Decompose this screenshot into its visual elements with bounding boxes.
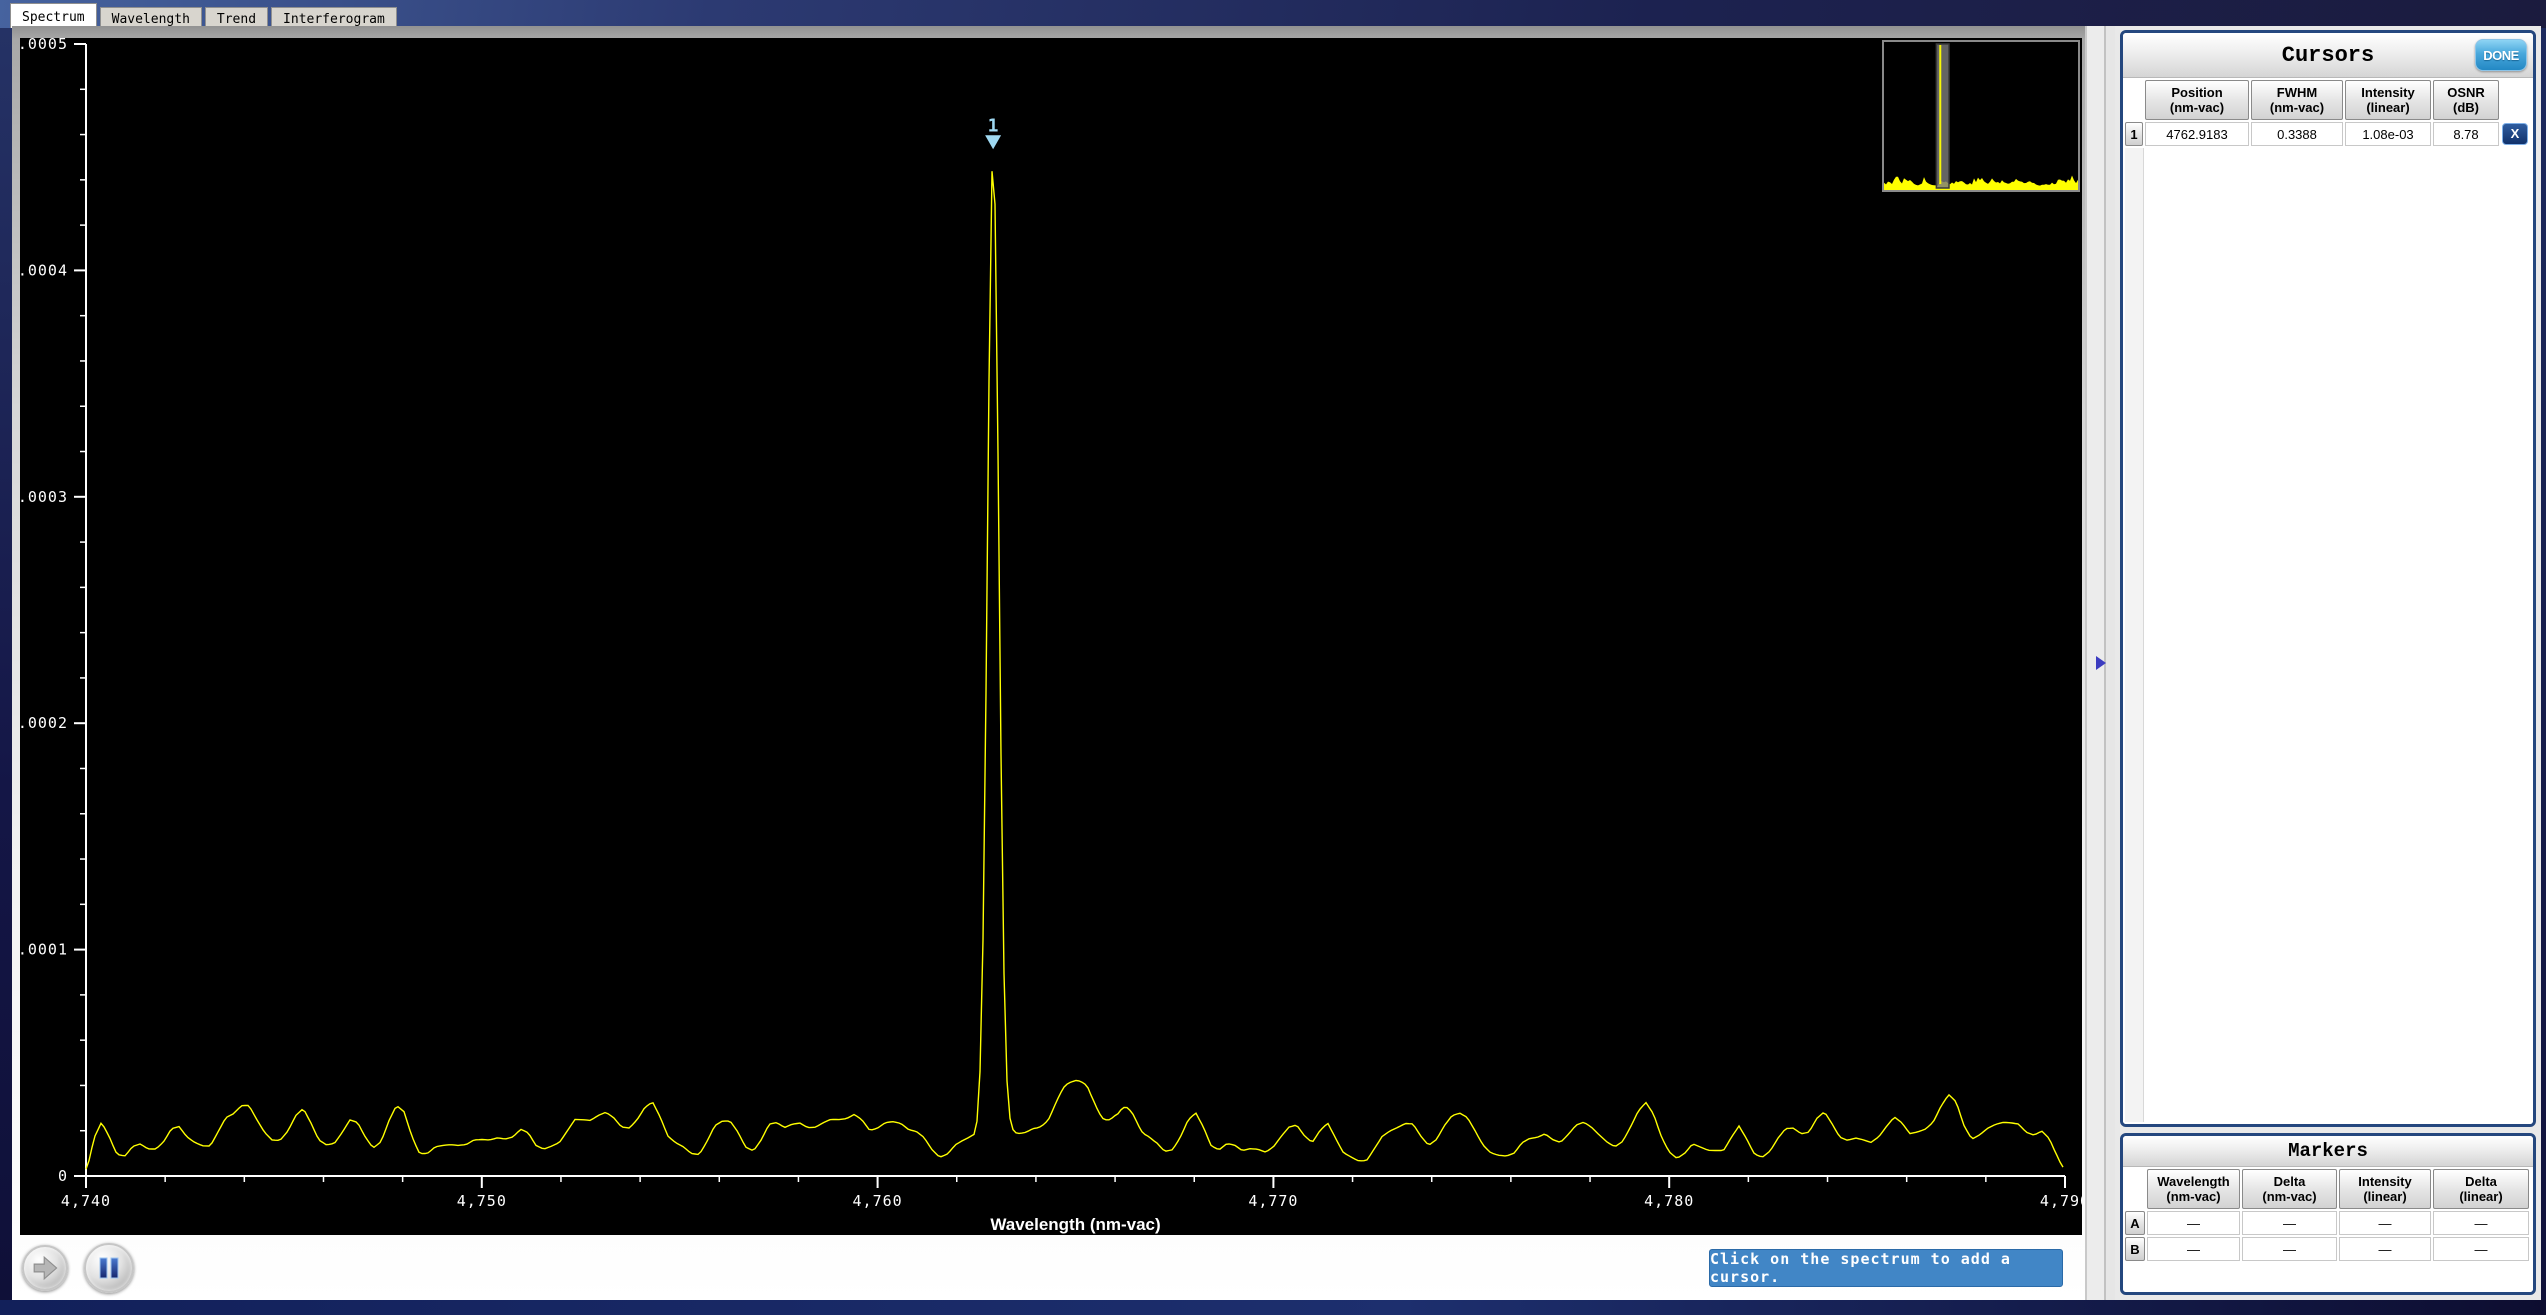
svg-text:0.0004: 0.0004 xyxy=(20,261,68,279)
col-position-line2: (nm-vac) xyxy=(2170,100,2224,115)
control-bar: Click on the spectrum to add a cursor. xyxy=(12,1235,2085,1300)
status-banner: Click on the spectrum to add a cursor. xyxy=(1709,1249,2063,1287)
col-fwhm: FWHM (nm-vac) xyxy=(2251,80,2343,120)
overview-inset[interactable] xyxy=(1882,40,2080,192)
svg-text:0.0002: 0.0002 xyxy=(20,714,68,732)
window-left-border xyxy=(0,28,12,1300)
col-osnr-line2: (dB) xyxy=(2453,100,2479,115)
row-header-gutter xyxy=(2125,148,2144,1122)
cursor-osnr-value: 8.78 xyxy=(2433,122,2499,146)
col-wavelength: Wavelength (nm-vac) xyxy=(2147,1169,2240,1209)
window-right-border xyxy=(2541,28,2546,1300)
svg-text:4,780: 4,780 xyxy=(1644,1192,1694,1210)
svg-text:0.0005: 0.0005 xyxy=(20,38,68,53)
arrow-right-icon xyxy=(28,1251,62,1285)
cursor-position-value: 4762.9183 xyxy=(2145,122,2249,146)
marker-a-delta-nm: — xyxy=(2242,1211,2337,1235)
spectrum-trace xyxy=(86,171,2063,1169)
marker-a-delta-linear: — xyxy=(2433,1211,2529,1235)
col-marker-intensity-line2: (linear) xyxy=(2363,1189,2406,1204)
marker-row-a[interactable]: A xyxy=(2125,1211,2145,1235)
pause-button[interactable] xyxy=(84,1243,134,1293)
markers-panel-body xyxy=(2123,1263,2533,1292)
svg-text:4,790: 4,790 xyxy=(2040,1192,2082,1210)
cursor-row-number: 1 xyxy=(2125,122,2143,146)
svg-text:4,750: 4,750 xyxy=(457,1192,507,1210)
cursors-panel-title: Cursors xyxy=(2282,43,2374,68)
done-button[interactable]: DONE xyxy=(2475,39,2527,71)
cursor-marker-label: 1 xyxy=(988,115,999,136)
col-delta-linear: Delta (linear) xyxy=(2433,1169,2529,1209)
plot-frame: 0 0.0001 0.0002 0.0003 0.0004 0.0005 4,740 4,75… xyxy=(12,26,2085,1300)
cursors-delete-header-cell xyxy=(2501,80,2529,120)
col-delta-nm-line1: Delta xyxy=(2274,1174,2306,1189)
marker-b-delta-nm: — xyxy=(2242,1237,2337,1261)
markers-panel-header: Markers xyxy=(2123,1136,2533,1167)
cursors-table-header: Position (nm-vac) FWHM (nm-vac) Intensit… xyxy=(2123,78,2533,148)
col-delta-linear-line2: (linear) xyxy=(2459,1189,2502,1204)
markers-corner-cell xyxy=(2125,1169,2145,1209)
markers-table: Wavelength (nm-vac) Delta (nm-vac) Inten… xyxy=(2123,1167,2533,1263)
right-panel: Cursors DONE Position (nm-vac) FWHM (nm-… xyxy=(2115,26,2541,1300)
markers-panel: Markers Wavelength (nm-vac) Delta (nm-va… xyxy=(2120,1133,2536,1295)
col-wavelength-line2: (nm-vac) xyxy=(2166,1189,2220,1204)
col-osnr: OSNR (dB) xyxy=(2433,80,2499,120)
col-intensity: Intensity (linear) xyxy=(2345,80,2431,120)
marker-row-b[interactable]: B xyxy=(2125,1237,2145,1261)
panel-splitter[interactable] xyxy=(2085,26,2115,1300)
marker-a-wavelength: — xyxy=(2147,1211,2240,1235)
svg-text:0.0003: 0.0003 xyxy=(20,488,68,506)
marker-b-intensity: — xyxy=(2339,1237,2431,1261)
cursors-panel: Cursors DONE Position (nm-vac) FWHM (nm-… xyxy=(2120,30,2536,1127)
svg-text:Wavelength (nm-vac): Wavelength (nm-vac) xyxy=(990,1215,1160,1234)
window-bottom-border xyxy=(0,1300,2546,1315)
svg-text:4,740: 4,740 xyxy=(61,1192,111,1210)
delete-cursor-button[interactable]: X xyxy=(2502,123,2528,145)
col-wavelength-line1: Wavelength xyxy=(2157,1174,2229,1189)
cursor-marker[interactable]: 1 xyxy=(985,115,1001,149)
app-window: Spectrum Wavelength Trend Interferogram … xyxy=(0,0,2546,1315)
cursors-panel-body xyxy=(2123,148,2533,1124)
col-position: Position (nm-vac) xyxy=(2145,80,2249,120)
col-delta-nm: Delta (nm-vac) xyxy=(2242,1169,2337,1209)
inset-noise-trace xyxy=(1884,176,2078,191)
cursor-fwhm-value: 0.3388 xyxy=(2251,122,2343,146)
svg-text:4,760: 4,760 xyxy=(853,1192,903,1210)
col-osnr-line1: OSNR xyxy=(2447,85,2485,100)
inset-zoom-band xyxy=(1936,44,1949,188)
col-delta-nm-line2: (nm-vac) xyxy=(2262,1189,2316,1204)
col-position-line1: Position xyxy=(2171,85,2222,100)
marker-a-intensity: — xyxy=(2339,1211,2431,1235)
col-intensity-line1: Intensity xyxy=(2361,85,2414,100)
svg-text:4,770: 4,770 xyxy=(1248,1192,1298,1210)
overview-inset-chart[interactable] xyxy=(1884,42,2078,190)
col-fwhm-line1: FWHM xyxy=(2277,85,2317,100)
svg-text:0: 0 xyxy=(58,1167,68,1185)
title-bar: Spectrum Wavelength Trend Interferogram xyxy=(0,0,2546,28)
marker-b-wavelength: — xyxy=(2147,1237,2240,1261)
spectrum-plot[interactable]: 0 0.0001 0.0002 0.0003 0.0004 0.0005 4,740 4,75… xyxy=(20,38,2082,1235)
markers-panel-title: Markers xyxy=(2288,1140,2368,1162)
col-marker-intensity-line1: Intensity xyxy=(2358,1174,2411,1189)
col-marker-intensity: Intensity (linear) xyxy=(2339,1169,2431,1209)
cursors-panel-header: Cursors DONE xyxy=(2123,33,2533,78)
triangle-right-icon[interactable] xyxy=(2096,656,2106,670)
cursor-intensity-value: 1.08e-03 xyxy=(2345,122,2431,146)
col-intensity-line2: (linear) xyxy=(2366,100,2409,115)
step-acquire-button[interactable] xyxy=(22,1245,68,1291)
svg-text:0.0001: 0.0001 xyxy=(20,941,68,959)
marker-b-delta-linear: — xyxy=(2433,1237,2529,1261)
pause-icon xyxy=(94,1253,124,1283)
spectrum-chart[interactable]: 0 0.0001 0.0002 0.0003 0.0004 0.0005 4,740 4,75… xyxy=(20,38,2082,1235)
cursors-corner-cell xyxy=(2125,80,2143,120)
triangle-down-icon xyxy=(985,135,1001,149)
col-fwhm-line2: (nm-vac) xyxy=(2270,100,2324,115)
col-delta-linear-line1: Delta xyxy=(2465,1174,2497,1189)
